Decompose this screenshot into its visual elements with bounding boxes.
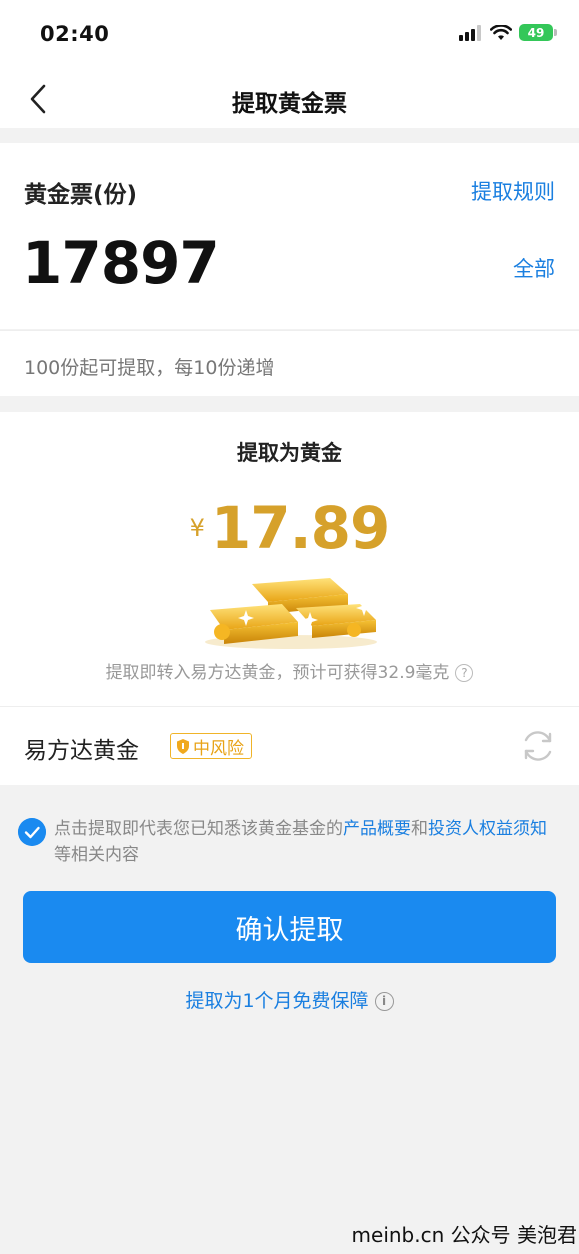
watermark: meinb.cn 公众号 美泡君 [351, 1223, 577, 1247]
hint-row: 100份起可提取，每10份递增 [0, 330, 579, 396]
switch-fund-icon[interactable] [519, 727, 557, 765]
battery-level: 49 [527, 25, 545, 40]
currency-symbol: ¥ [189, 514, 205, 542]
ticket-card: 黄金票(份) 提取规则 17897 全部 [0, 143, 579, 329]
ticket-label: 黄金票(份) [24, 182, 138, 208]
withdraw-hint: 100份起可提取，每10份递增 [24, 357, 275, 379]
investor-rights-link[interactable]: 投资人权益须知 [428, 819, 547, 839]
wifi-icon [490, 24, 512, 40]
confirm-withdraw-button[interactable]: 确认提取 [23, 891, 556, 963]
fund-name: 易方达黄金 [24, 738, 139, 764]
help-icon[interactable]: ? [455, 664, 474, 682]
gold-card: 提取为黄金 ¥17.89 提取即转入易方达黄金，预计可获得32.9毫克? 易方达… [0, 412, 579, 785]
status-bar: 02:40 49 [0, 0, 579, 70]
gold-value-wrap: ¥17.89 [0, 494, 579, 562]
page-title: 提取黄金票 [232, 91, 347, 117]
shield-icon [177, 738, 189, 754]
battery-icon: 49 [519, 24, 557, 41]
agreement-row: 点击提取即代表您已知悉该黄金基金的产品概要和投资人权益须知等相关内容 [18, 816, 563, 868]
guarantee-link[interactable]: 提取为1个月免费保障 i [0, 986, 579, 1013]
gold-title: 提取为黄金 [237, 441, 342, 465]
agreement-prefix: 点击提取即代表您已知悉该黄金基金的 [54, 819, 343, 839]
risk-badge: 中风险 [170, 733, 252, 759]
checkbox-checked-icon[interactable] [18, 818, 46, 846]
select-all-link[interactable]: 全部 [513, 253, 555, 283]
rules-link[interactable]: 提取规则 [471, 176, 555, 206]
risk-label: 中风险 [193, 738, 244, 759]
agreement-middle: 和 [411, 819, 428, 839]
status-icons: 49 [459, 24, 557, 41]
fund-row[interactable]: 易方达黄金 中风险 [0, 706, 579, 785]
agreement-suffix: 等相关内容 [54, 845, 139, 865]
gold-value: 17.89 [210, 494, 390, 562]
gold-bars-icon [205, 578, 377, 649]
agreement-text: 点击提取即代表您已知悉该黄金基金的产品概要和投资人权益须知等相关内容 [54, 816, 563, 868]
signal-icon [459, 24, 481, 41]
guarantee-text: 提取为1个月免费保障 [185, 990, 369, 1012]
info-icon[interactable]: i [374, 992, 394, 1011]
product-summary-link[interactable]: 产品概要 [343, 819, 411, 839]
nav-bar: 提取黄金票 [0, 70, 579, 128]
status-time: 02:40 [40, 22, 110, 46]
gold-description: 提取即转入易方达黄金，预计可获得32.9毫克? [0, 658, 579, 683]
ticket-amount: 17897 [22, 229, 220, 297]
gold-description-text: 提取即转入易方达黄金，预计可获得32.9毫克 [105, 663, 450, 683]
